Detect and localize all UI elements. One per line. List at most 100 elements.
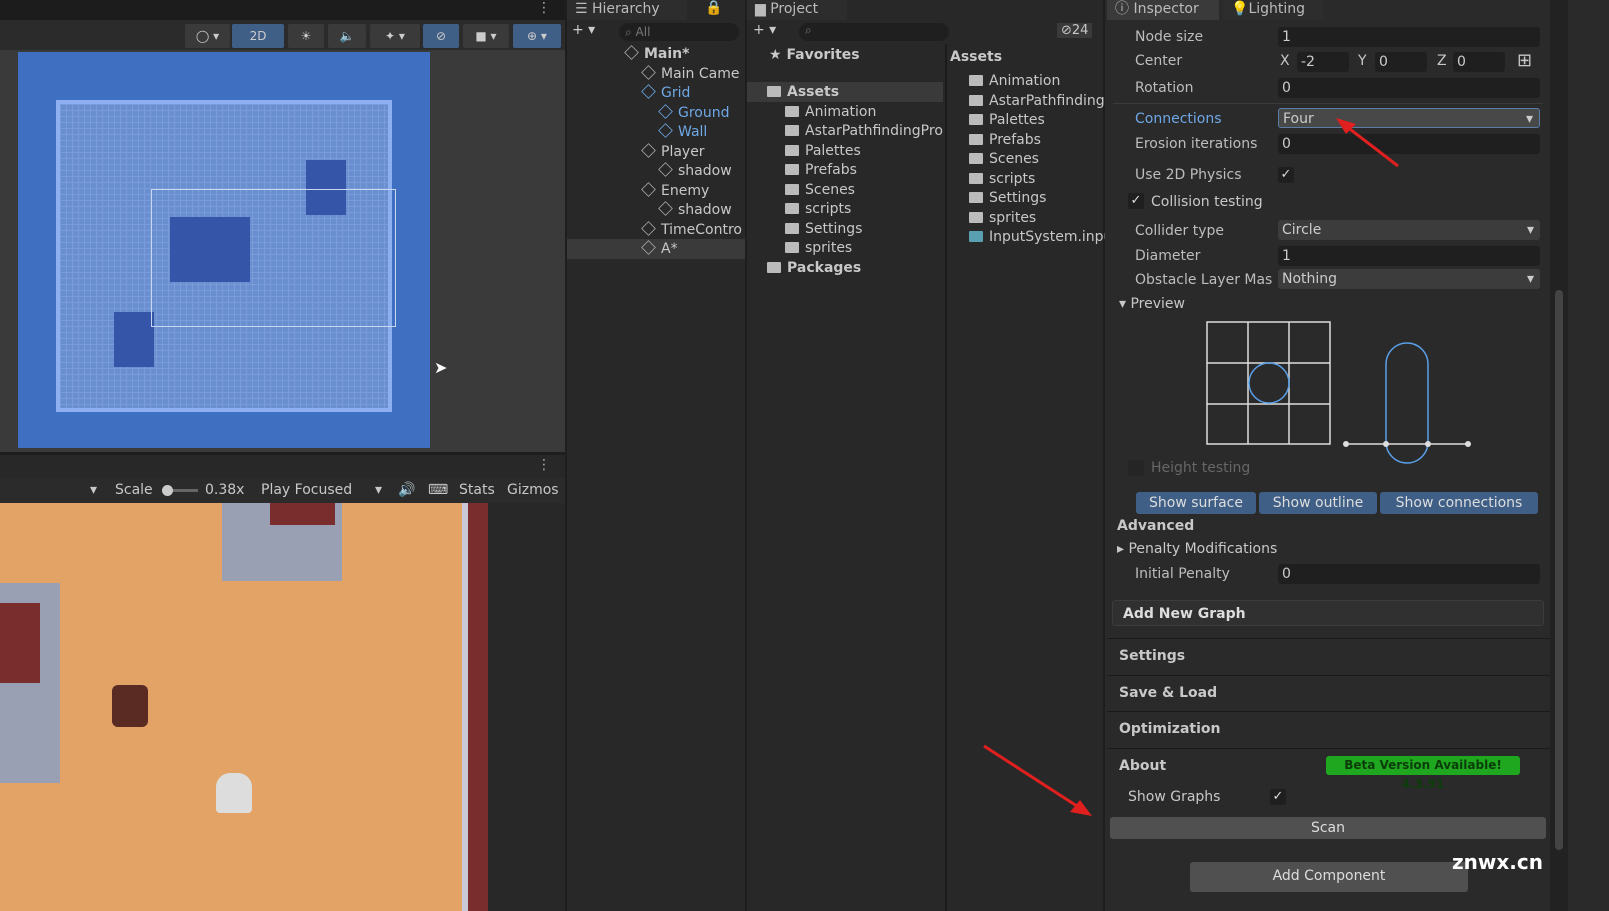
menu-icon[interactable]: ⋮: [537, 457, 551, 473]
play-mode-dropdown[interactable]: Play Focused: [261, 478, 352, 503]
tab-hierarchy[interactable]: ☰ Hierarchy: [567, 0, 687, 20]
save-load-section[interactable]: Save & Load: [1107, 675, 1550, 709]
game-render[interactable]: [0, 503, 565, 911]
y-label: Y: [1358, 53, 1367, 69]
hidden-packages-count[interactable]: ⊘24: [1057, 23, 1093, 38]
asset-item[interactable]: Scenes: [969, 149, 1039, 169]
snap-icon[interactable]: ⊞: [1517, 50, 1532, 71]
optimization-section[interactable]: Optimization: [1107, 711, 1550, 745]
connections-dropdown[interactable]: Four: [1278, 108, 1540, 129]
gizmos-button[interactable]: Gizmos: [507, 478, 559, 503]
camera-icon[interactable]: ■ ▾: [463, 24, 509, 48]
show-surface-button[interactable]: Show surface: [1136, 492, 1256, 514]
project-search-input[interactable]: ⌕: [799, 23, 949, 41]
hierarchy-item[interactable]: Enemy: [641, 181, 709, 201]
collision-testing-checkbox[interactable]: ✓: [1128, 193, 1144, 209]
favorites[interactable]: ★ Favorites: [769, 45, 860, 65]
diameter-field[interactable]: 1: [1278, 246, 1540, 266]
center-label: Center: [1135, 53, 1183, 69]
lighting-icon[interactable]: ☀: [288, 24, 324, 48]
add-component-button[interactable]: Add Component: [1190, 862, 1468, 892]
draw-mode-button[interactable]: ◯ ▾: [185, 24, 230, 48]
beta-version-badge[interactable]: Beta Version Available! 4.3.91: [1326, 756, 1520, 791]
project-tree-item[interactable]: sprites: [785, 238, 852, 258]
folder-icon: [969, 133, 983, 145]
show-graphs-checkbox[interactable]: ✓: [1270, 789, 1286, 805]
hierarchy-item-label: Wall: [678, 124, 708, 140]
tab-inspector[interactable]: ⓘ Inspector: [1107, 0, 1219, 20]
add-new-graph-button[interactable]: Add New Graph: [1112, 600, 1544, 626]
tab-project[interactable]: ▆ Project: [747, 0, 847, 20]
hierarchy-item[interactable]: Grid: [641, 83, 690, 103]
show-outline-button[interactable]: Show outline: [1259, 492, 1377, 514]
asset-item[interactable]: InputSystem.inpu: [969, 227, 1112, 247]
node-size-field[interactable]: 1: [1278, 27, 1540, 47]
scene-map[interactable]: [18, 52, 430, 448]
asset-item[interactable]: sprites: [969, 208, 1036, 228]
add-button[interactable]: + ▾: [572, 22, 595, 38]
mute-audio-icon[interactable]: 🔊: [398, 478, 415, 503]
erosion-field[interactable]: 0: [1278, 134, 1540, 154]
scrollbar[interactable]: [1550, 0, 1568, 911]
stats-button[interactable]: Stats: [459, 478, 495, 503]
project-tree-item[interactable]: Palettes: [785, 141, 861, 161]
tab-lighting[interactable]: 💡Lighting: [1223, 0, 1323, 20]
project-tree-item[interactable]: Prefabs: [785, 160, 857, 180]
project-tree-item[interactable]: Scenes: [785, 180, 855, 200]
initial-penalty-field[interactable]: 0: [1278, 564, 1540, 584]
asset-item[interactable]: AstarPathfinding: [969, 91, 1105, 111]
2d-toggle[interactable]: 2D: [232, 24, 284, 48]
center-x-field[interactable]: -2: [1297, 52, 1349, 72]
project-tree-item[interactable]: AstarPathfindingPro: [785, 121, 943, 141]
preview-foldout[interactable]: ▾ Preview: [1119, 294, 1185, 314]
asset-item[interactable]: scripts: [969, 169, 1035, 189]
project-tree-item[interactable]: scripts: [785, 199, 851, 219]
project-tree-item[interactable]: Packages: [767, 258, 861, 278]
asset-label: Settings: [989, 190, 1047, 206]
obstacle-layer-dropdown[interactable]: Nothing: [1278, 269, 1540, 289]
project-tree-item[interactable]: Settings: [785, 219, 862, 239]
hierarchy-item[interactable]: Player: [641, 142, 705, 162]
asset-item[interactable]: Settings: [969, 188, 1046, 208]
input-actions-icon: [969, 231, 983, 242]
folder-icon: [785, 203, 799, 214]
scan-button[interactable]: Scan: [1110, 817, 1546, 839]
height-testing-checkbox[interactable]: [1128, 460, 1144, 476]
settings-section[interactable]: Settings: [1107, 638, 1550, 672]
asset-item[interactable]: Prefabs: [969, 130, 1041, 150]
gizmos-icon[interactable]: ⊕ ▾: [513, 24, 561, 48]
project-tree-item[interactable]: Assets: [747, 82, 943, 102]
hierarchy-item[interactable]: Main Came: [641, 64, 739, 84]
hierarchy-item[interactable]: shadow: [658, 200, 732, 220]
collider-type-dropdown[interactable]: Circle: [1278, 220, 1540, 240]
rotation-field[interactable]: 0: [1278, 78, 1540, 98]
asset-item[interactable]: Animation: [969, 71, 1060, 91]
assets-header: Assets: [950, 49, 1003, 65]
scale-slider[interactable]: [162, 485, 198, 496]
show-connections-button[interactable]: Show connections: [1380, 492, 1538, 514]
hierarchy-item[interactable]: A*: [567, 239, 745, 259]
asset-label: Animation: [989, 73, 1061, 89]
lock-icon[interactable]: 🔒: [705, 0, 722, 16]
hierarchy-item[interactable]: Wall: [658, 122, 708, 142]
hierarchy-item[interactable]: TimeContro: [641, 220, 742, 240]
hierarchy-item[interactable]: shadow: [658, 161, 732, 181]
use-2d-physics-checkbox[interactable]: ✓: [1278, 167, 1294, 183]
project-tree-item[interactable]: Animation: [785, 102, 876, 122]
menu-icon[interactable]: ⋮: [537, 0, 551, 16]
hierarchy-search-input[interactable]: ⌕ All: [619, 23, 739, 41]
create-button[interactable]: + ▾: [753, 22, 776, 38]
center-z-field[interactable]: 0: [1453, 52, 1505, 72]
center-y-field[interactable]: 0: [1375, 52, 1427, 72]
hierarchy-item[interactable]: Ground: [658, 103, 730, 123]
display-dropdown[interactable]: ▾: [90, 478, 97, 503]
effects-icon[interactable]: ✦ ▾: [370, 24, 420, 48]
audio-icon[interactable]: 🔈: [328, 24, 366, 48]
erosion-label: Erosion iterations: [1135, 136, 1258, 152]
hidden-objects-icon[interactable]: ⊘: [423, 24, 459, 48]
chevron-down-icon[interactable]: ▾: [375, 478, 382, 503]
keyboard-icon[interactable]: ⌨: [428, 478, 448, 503]
hierarchy-item[interactable]: Main*: [624, 44, 689, 64]
penalty-modifications-foldout[interactable]: ▸ Penalty Modifications: [1117, 539, 1277, 559]
asset-item[interactable]: Palettes: [969, 110, 1045, 130]
